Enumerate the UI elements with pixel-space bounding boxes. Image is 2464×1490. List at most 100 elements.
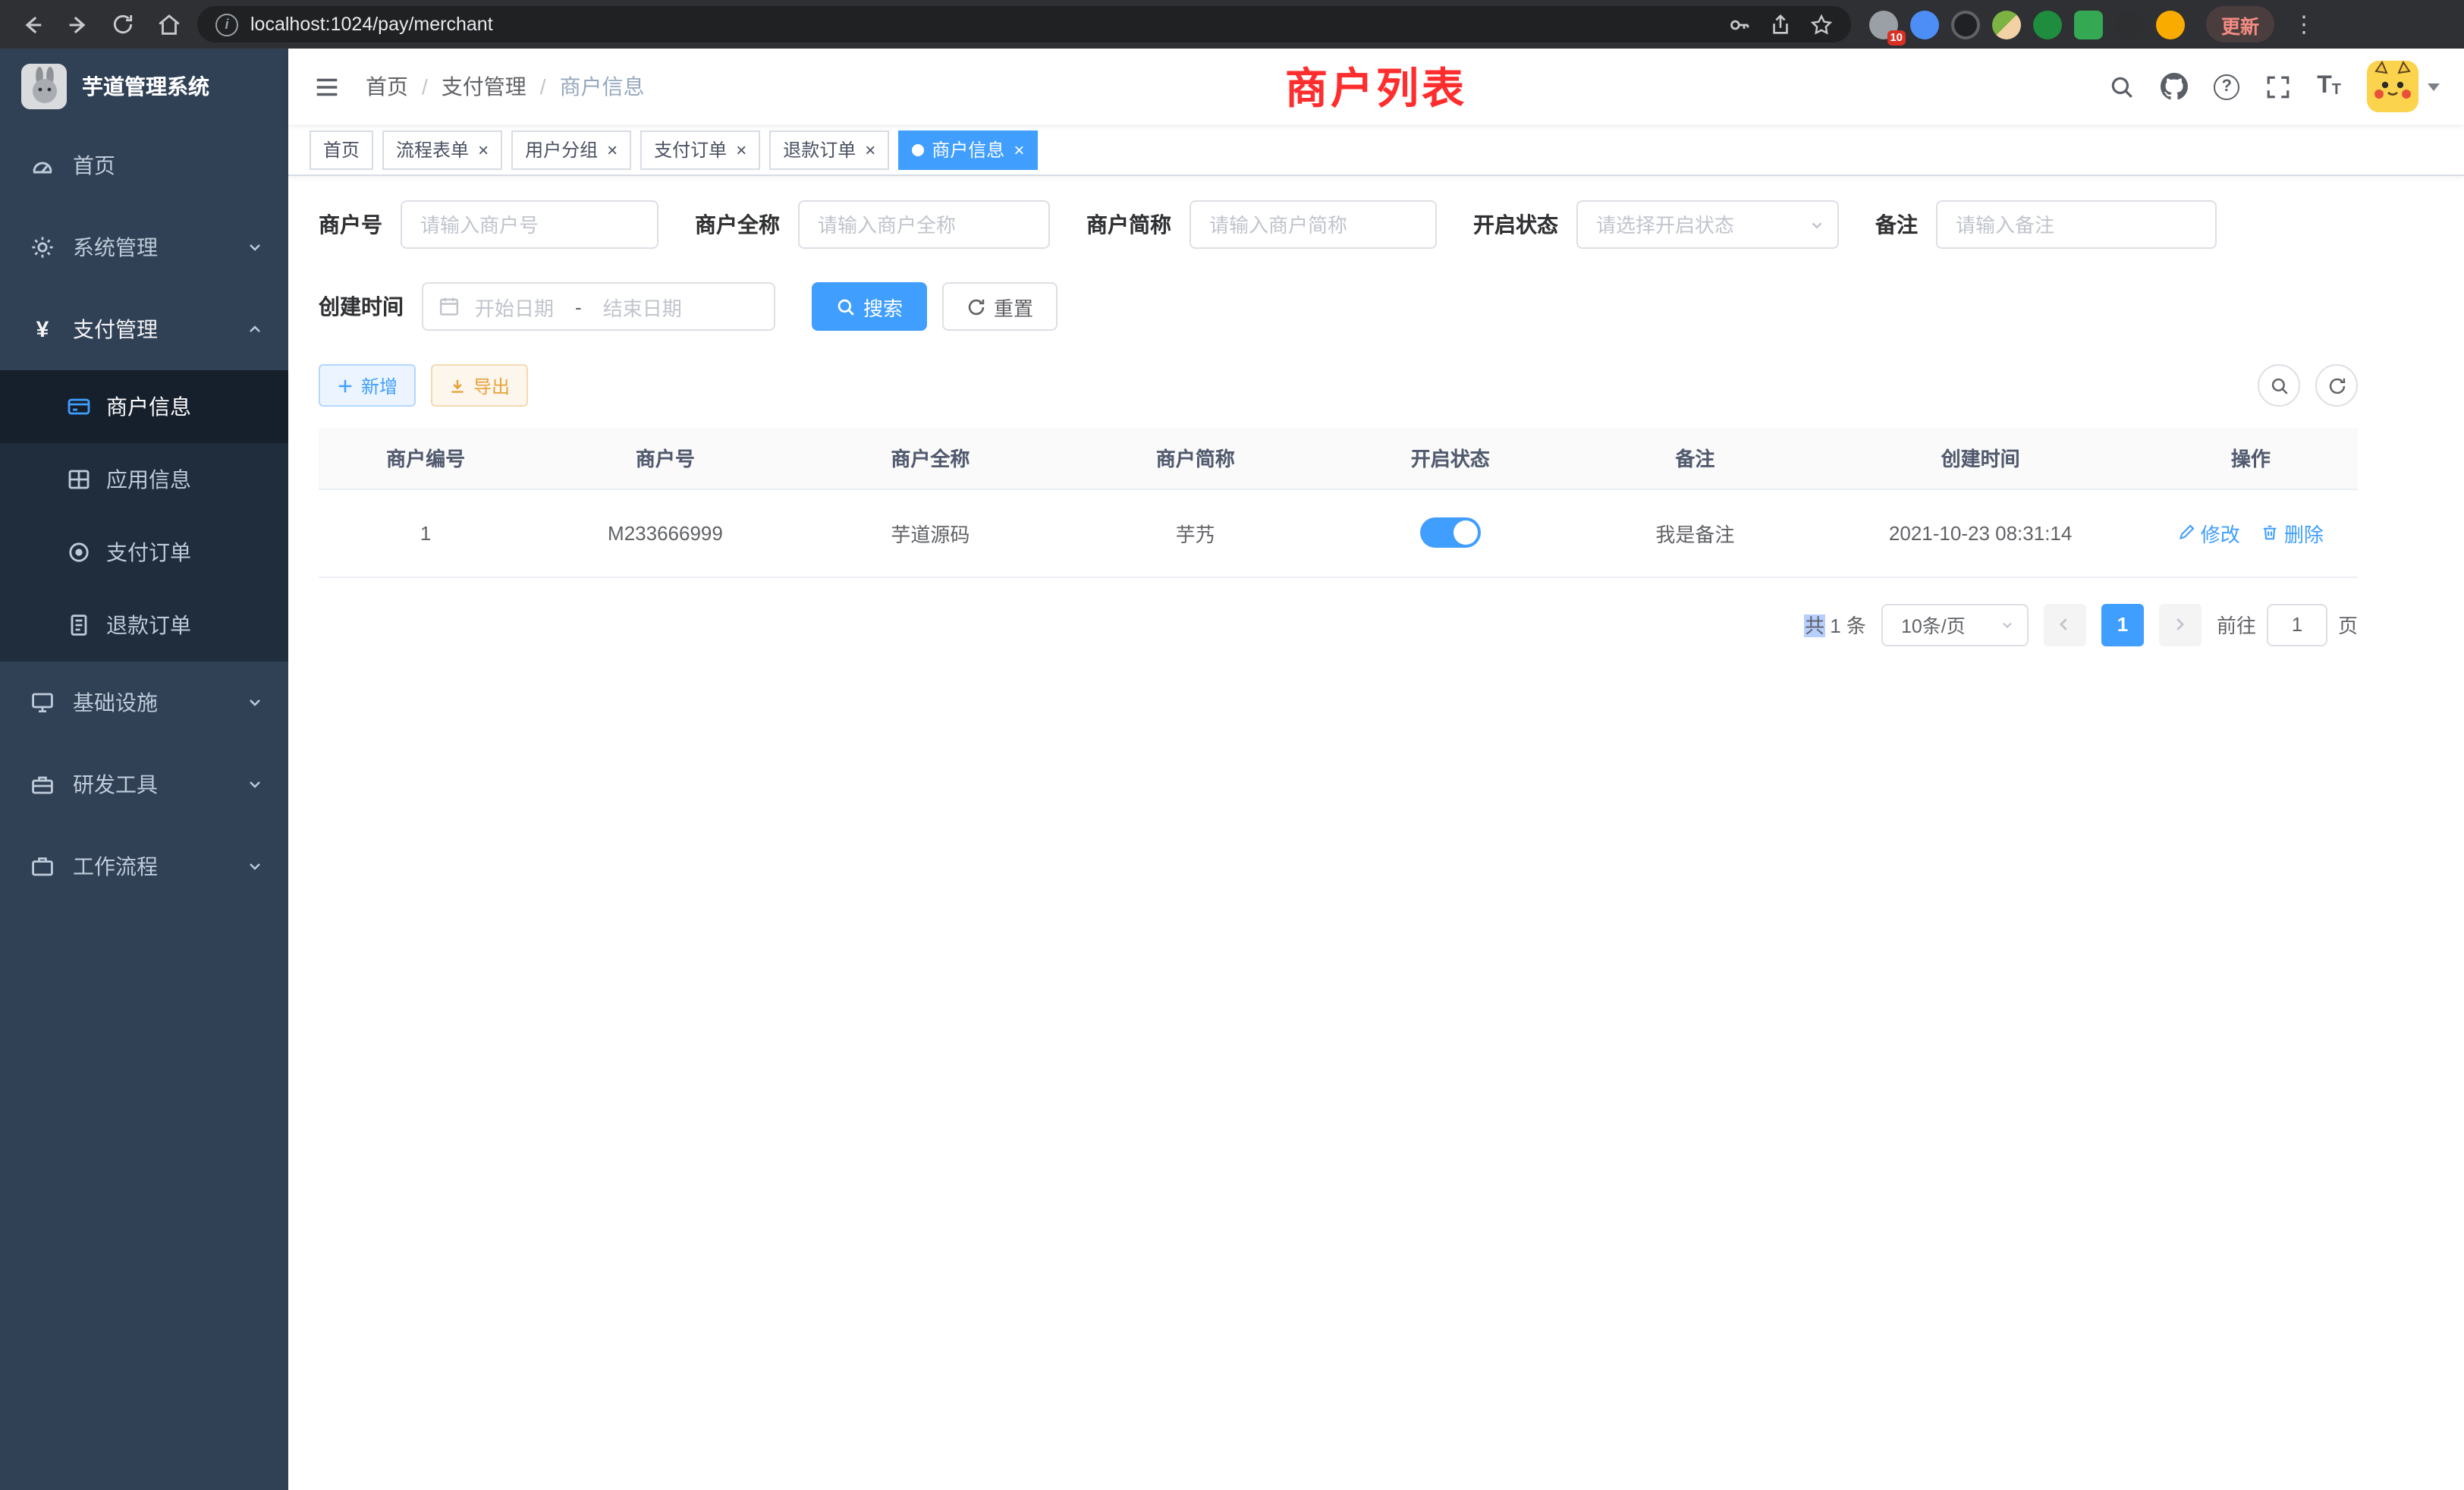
extension-icon-blue-gem[interactable] xyxy=(1910,10,1939,39)
page-number-button[interactable]: 1 xyxy=(2101,603,2144,646)
sidebar-logo[interactable]: 芋道管理系统 xyxy=(0,49,288,124)
add-button[interactable]: 新增 xyxy=(319,364,416,407)
delete-link[interactable]: 删除 xyxy=(2261,518,2324,547)
merchant-no-input[interactable] xyxy=(401,200,658,249)
close-icon[interactable]: × xyxy=(736,140,746,159)
site-info-icon[interactable]: i xyxy=(215,13,238,36)
status-toggle[interactable] xyxy=(1420,517,1481,548)
user-menu[interactable] xyxy=(2367,61,2440,112)
extension-icon-green-circle[interactable] xyxy=(2033,10,2062,39)
field-label: 创建时间 xyxy=(319,291,404,322)
sidebar-item-dev-tools[interactable]: 研发工具 xyxy=(0,743,288,825)
date-start-placeholder[interactable]: 开始日期 xyxy=(475,292,554,321)
field-status: 开启状态 xyxy=(1473,200,1839,249)
prev-page-button[interactable] xyxy=(2044,603,2086,646)
sidebar-item-system[interactable]: 系统管理 xyxy=(0,206,288,288)
extension-icon-green-square[interactable] xyxy=(2074,10,2103,39)
tab-home[interactable]: 首页 xyxy=(310,130,373,169)
extension-icon-smiley[interactable] xyxy=(2156,10,2185,39)
chevron-down-icon xyxy=(246,693,264,712)
monitor-icon xyxy=(30,690,55,715)
date-end-placeholder[interactable]: 结束日期 xyxy=(603,292,682,321)
next-page-button[interactable] xyxy=(2159,603,2202,646)
sidebar-item-merchant-info[interactable]: 商户信息 xyxy=(0,370,288,443)
sidebar-item-app-info[interactable]: 应用信息 xyxy=(0,443,288,516)
browser-toolbar: i localhost:1024/pay/merchant 10 xyxy=(0,0,2464,49)
browser-window: i localhost:1024/pay/merchant 10 xyxy=(0,0,2464,1490)
export-button[interactable]: 导出 xyxy=(431,364,528,407)
extension-icon-dark-circle[interactable] xyxy=(1951,10,1980,39)
share-icon[interactable] xyxy=(1769,13,1792,36)
chevron-down-icon xyxy=(246,238,264,256)
password-key-icon[interactable] xyxy=(1728,13,1751,36)
back-icon[interactable] xyxy=(15,8,49,41)
home-icon[interactable] xyxy=(152,8,185,41)
target-icon xyxy=(67,540,91,564)
download-icon xyxy=(449,377,466,394)
tab-refund-order[interactable]: 退款订单× xyxy=(769,130,889,169)
refresh-table-icon[interactable] xyxy=(2315,364,2358,407)
forward-icon[interactable] xyxy=(61,8,94,41)
page-content: 商户号 商户全称 商户简称 开启状态 xyxy=(288,176,2464,1490)
goto-page-input[interactable] xyxy=(2267,603,2327,646)
date-separator: - xyxy=(575,295,582,318)
close-icon[interactable]: × xyxy=(1014,140,1024,159)
credit-card-icon xyxy=(67,395,91,419)
breadcrumb-payment[interactable]: 支付管理 xyxy=(442,71,526,102)
full-name-input[interactable] xyxy=(798,200,1050,249)
total-rest: 1 条 xyxy=(1824,615,1866,637)
table-header-row: 商户编号 商户号 商户全称 商户简称 开启状态 备注 创建时间 操作 xyxy=(319,428,2358,489)
page-size-select[interactable] xyxy=(1881,603,2029,646)
calendar-icon xyxy=(438,296,460,317)
show-search-icon[interactable] xyxy=(2258,364,2300,407)
search-button[interactable]: 搜索 xyxy=(812,282,927,331)
edit-link[interactable]: 修改 xyxy=(2178,518,2240,547)
address-bar[interactable]: i localhost:1024/pay/merchant xyxy=(197,6,1851,42)
status-select[interactable] xyxy=(1576,200,1839,249)
close-icon[interactable]: × xyxy=(607,140,618,159)
tab-process-form[interactable]: 流程表单× xyxy=(382,130,502,169)
url-text[interactable]: localhost:1024/pay/merchant xyxy=(250,14,493,35)
date-range-picker[interactable]: 开始日期 - 结束日期 xyxy=(422,282,775,331)
help-icon[interactable]: ? xyxy=(2214,74,2239,99)
browser-update-button[interactable]: 更新 xyxy=(2206,6,2274,42)
col-header: 备注 xyxy=(1573,428,1818,489)
font-size-icon[interactable]: TT xyxy=(2317,74,2341,99)
chevron-up-icon xyxy=(246,320,264,338)
browser-menu-icon[interactable]: ⋮ xyxy=(2286,11,2321,38)
close-icon[interactable]: × xyxy=(865,140,875,159)
github-icon[interactable] xyxy=(2161,73,2188,100)
remark-input[interactable] xyxy=(1936,200,2217,249)
search-icon[interactable] xyxy=(2109,74,2135,99)
add-button-label: 新增 xyxy=(361,372,398,398)
reset-button[interactable]: 重置 xyxy=(942,282,1058,331)
bookmark-star-icon[interactable] xyxy=(1810,13,1833,36)
extensions-area: 10 xyxy=(1869,10,2185,39)
tab-merchant-info[interactable]: 商户信息× xyxy=(898,130,1038,169)
field-full-name: 商户全称 xyxy=(695,200,1050,249)
tab-user-group[interactable]: 用户分组× xyxy=(511,130,631,169)
plus-icon xyxy=(337,377,354,394)
col-header: 创建时间 xyxy=(1818,428,2144,489)
status-select-input[interactable] xyxy=(1576,200,1839,249)
hamburger-icon[interactable] xyxy=(313,72,341,101)
sidebar-item-workflow[interactable]: 工作流程 xyxy=(0,825,288,907)
sidebar-item-home[interactable]: 首页 xyxy=(0,124,288,206)
sidebar-item-refund-order[interactable]: 退款订单 xyxy=(0,589,288,662)
page-size-value[interactable] xyxy=(1881,603,2029,646)
extension-icon-avatar[interactable] xyxy=(1992,10,2021,39)
breadcrumb-home[interactable]: 首页 xyxy=(366,71,408,102)
sidebar-item-payment[interactable]: ¥ 支付管理 xyxy=(0,288,288,370)
sidebar-item-infrastructure[interactable]: 基础设施 xyxy=(0,662,288,743)
tab-pay-order[interactable]: 支付订单× xyxy=(640,130,760,169)
table-tools xyxy=(2258,364,2358,407)
close-icon[interactable]: × xyxy=(478,140,489,159)
fullscreen-icon[interactable] xyxy=(2265,74,2291,99)
reload-icon[interactable] xyxy=(106,8,140,41)
extension-icon-dark-pin[interactable] xyxy=(2115,10,2144,39)
extensions-puzzle-icon[interactable]: 10 xyxy=(1869,10,1898,39)
short-name-input[interactable] xyxy=(1190,200,1437,249)
selected-text: 共 xyxy=(1805,615,1824,637)
sidebar-item-pay-order[interactable]: 支付订单 xyxy=(0,516,288,589)
field-short-name: 商户简称 xyxy=(1086,200,1437,249)
